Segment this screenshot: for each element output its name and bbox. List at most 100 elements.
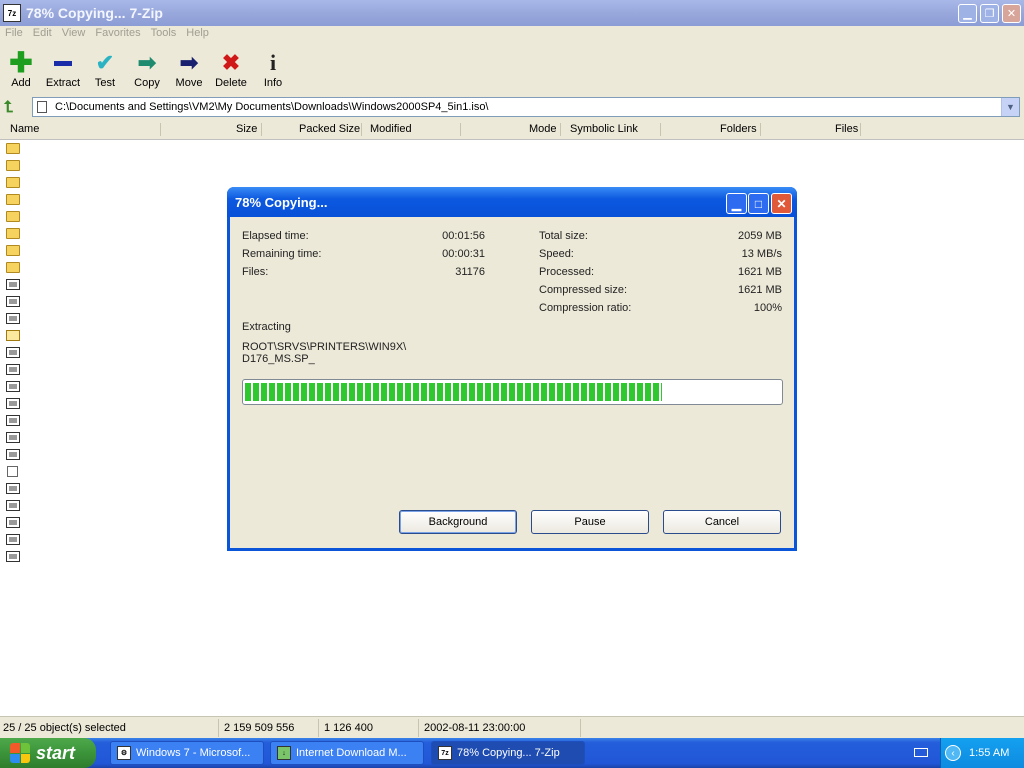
file-icon[interactable] xyxy=(6,551,20,562)
menu-help[interactable]: Help xyxy=(181,26,214,44)
file-icon[interactable] xyxy=(6,364,20,375)
taskbar-item-7zip[interactable]: 7z 78% Copying... 7-Zip xyxy=(431,741,585,765)
chevron-down-icon[interactable]: ▼ xyxy=(1001,98,1019,116)
extract-button[interactable]: Extract xyxy=(42,44,84,96)
column-folders[interactable]: Folders xyxy=(720,123,757,135)
compressed-size-label: Compressed size: xyxy=(539,284,628,296)
7zip-app-icon: 7z xyxy=(3,4,21,22)
total-size-value: 2059 MB xyxy=(737,230,782,242)
elapsed-time-value: 00:01:56 xyxy=(442,230,485,242)
file-icon[interactable] xyxy=(6,313,20,324)
total-size-label: Total size: xyxy=(539,230,588,242)
progress-bar xyxy=(242,379,783,405)
folder-icon[interactable] xyxy=(6,143,20,154)
file-icon[interactable] xyxy=(6,449,20,460)
file-icon[interactable] xyxy=(6,279,20,290)
folder-icon[interactable] xyxy=(6,211,20,222)
folder-icon[interactable] xyxy=(6,262,20,273)
remaining-time-value: 00:00:31 xyxy=(442,248,485,260)
file-icon[interactable] xyxy=(6,534,20,545)
system-tray: ‹ 1:55 AM xyxy=(940,738,1024,768)
speed-value: 13 MB/s xyxy=(741,248,782,260)
menu-edit[interactable]: Edit xyxy=(28,26,57,44)
archive-icon xyxy=(37,101,47,113)
dialog-close-button[interactable]: ✕ xyxy=(771,193,792,214)
menu-favorites[interactable]: Favorites xyxy=(90,26,145,44)
file-icon[interactable] xyxy=(6,432,20,443)
files-label: Files: xyxy=(242,266,269,278)
menu-view[interactable]: View xyxy=(57,26,91,44)
folder-icon[interactable] xyxy=(6,177,20,188)
folder-icon[interactable] xyxy=(6,160,20,171)
taskbar-item-windows7[interactable]: ⚙ Windows 7 - Microsof... xyxy=(110,741,264,765)
taskbar: start ⚙ Windows 7 - Microsof... ↓ Intern… xyxy=(0,738,1024,768)
add-button[interactable]: ✚ Add xyxy=(0,44,42,96)
file-icon[interactable] xyxy=(6,398,20,409)
column-packed-size[interactable]: Packed Size xyxy=(299,123,360,135)
dialog-title-bar[interactable]: 78% Copying... ▁ □ ✕ xyxy=(227,187,797,217)
copy-button[interactable]: ➡ Copy xyxy=(126,44,168,96)
elapsed-time-label: Elapsed time: xyxy=(242,230,309,242)
address-bar: ⮤ C:\Documents and Settings\VM2\My Docum… xyxy=(0,96,1024,120)
file-icon[interactable] xyxy=(6,330,20,341)
folder-up-icon[interactable]: ⮤ xyxy=(4,99,22,117)
progress-fill xyxy=(245,383,663,401)
clock: 1:55 AM xyxy=(969,747,1010,759)
window-title: 78% Copying... 7-Zip xyxy=(26,5,163,21)
file-icon[interactable] xyxy=(6,500,20,511)
info-button[interactable]: i Info xyxy=(252,44,294,96)
processed-value: 1621 MB xyxy=(737,266,782,278)
processed-label: Processed: xyxy=(539,266,595,278)
delete-button[interactable]: ✖ Delete xyxy=(210,44,252,96)
file-icon[interactable] xyxy=(6,347,20,358)
file-icon[interactable] xyxy=(7,466,18,477)
move-button[interactable]: ➡ Move xyxy=(168,44,210,96)
address-combobox[interactable]: C:\Documents and Settings\VM2\My Documen… xyxy=(32,97,1020,117)
column-symbolic-link[interactable]: Symbolic Link xyxy=(570,123,638,135)
column-mode[interactable]: Mode xyxy=(529,123,557,135)
minimize-button[interactable]: ▁ xyxy=(958,3,977,23)
arrow-right-icon: ➡ xyxy=(179,50,199,75)
cancel-button[interactable]: Cancel xyxy=(663,510,781,534)
menu-tools[interactable]: Tools xyxy=(146,26,182,44)
file-icon[interactable] xyxy=(6,381,20,392)
file-icon[interactable] xyxy=(6,517,20,528)
test-button[interactable]: ✔ Test xyxy=(84,44,126,96)
status-bar: 25 / 25 object(s) selected 2 159 509 556… xyxy=(0,716,1024,739)
pause-button[interactable]: Pause xyxy=(531,510,649,534)
folder-icon[interactable] xyxy=(6,228,20,239)
chevron-left-icon[interactable]: ‹ xyxy=(945,745,961,761)
status-date: 2002-08-11 23:00:00 xyxy=(424,722,526,734)
folder-icon[interactable] xyxy=(6,194,20,205)
column-files[interactable]: Files xyxy=(835,123,858,135)
column-name[interactable]: Name xyxy=(10,123,39,135)
status-size: 2 159 509 556 xyxy=(224,722,295,734)
background-button[interactable]: Background xyxy=(399,510,517,534)
x-icon: ✖ xyxy=(221,50,241,75)
start-button[interactable]: start xyxy=(0,738,96,768)
keyboard-icon[interactable] xyxy=(914,748,928,757)
column-modified[interactable]: Modified xyxy=(370,123,412,135)
menu-file[interactable]: File xyxy=(0,26,28,44)
check-icon: ✔ xyxy=(95,50,115,75)
status-selected: 25 / 25 object(s) selected xyxy=(3,722,126,734)
plus-icon: ✚ xyxy=(9,47,33,78)
restore-button[interactable]: ❐ xyxy=(980,3,999,23)
current-file-path-line1: ROOT\SRVS\PRINTERS\WIN9X\ xyxy=(242,341,407,353)
progress-dialog: 78% Copying... ▁ □ ✕ Elapsed time: 00:01… xyxy=(227,187,797,551)
taskbar-item-idm[interactable]: ↓ Internet Download M... xyxy=(270,741,424,765)
close-button[interactable]: ✕ xyxy=(1002,3,1021,23)
info-icon: i xyxy=(269,50,277,75)
window-title-bar[interactable]: 7z 78% Copying... 7-Zip ▁ ❐ ✕ xyxy=(0,0,1024,26)
column-size[interactable]: Size xyxy=(236,123,257,135)
file-icon[interactable] xyxy=(6,483,20,494)
remaining-time-label: Remaining time: xyxy=(242,248,322,260)
folder-icon[interactable] xyxy=(6,245,20,256)
file-icon[interactable] xyxy=(6,296,20,307)
7zip-app-icon: 7z xyxy=(438,746,452,760)
compression-ratio-label: Compression ratio: xyxy=(539,302,632,314)
dialog-minimize-button[interactable]: ▁ xyxy=(726,193,747,214)
dialog-maximize-button[interactable]: □ xyxy=(748,193,769,214)
file-icon[interactable] xyxy=(6,415,20,426)
gear-icon: ⚙ xyxy=(117,746,131,760)
